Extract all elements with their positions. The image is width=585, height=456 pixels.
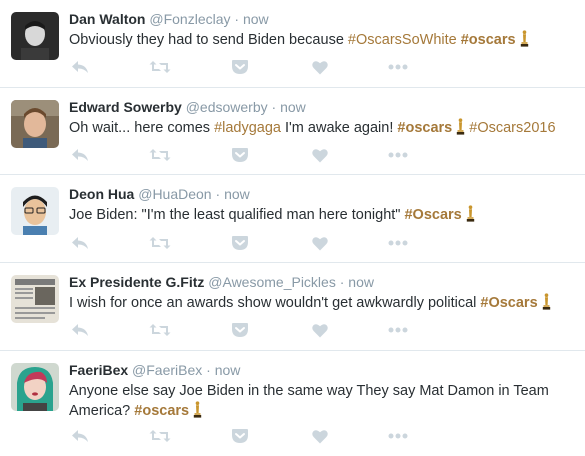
tweet-actions — [69, 233, 429, 253]
avatar[interactable] — [11, 187, 59, 235]
tweet-text: Anyone else say Joe Biden in the same wa… — [69, 381, 574, 421]
tweet-text-segment: I'm awake again! — [280, 120, 398, 136]
tweet-actions — [69, 320, 429, 340]
tweet[interactable]: Dan Walton @Fonzleclay · now Obviously t… — [0, 0, 585, 88]
tweet[interactable]: FaeriBex @FaeriBex · now Anyone else say… — [0, 351, 585, 456]
author-name[interactable]: Deon Hua — [69, 186, 134, 202]
tweet[interactable]: Deon Hua @HuaDeon · now Joe Biden: "I'm … — [0, 175, 585, 263]
author-name[interactable]: Ex Presidente G.Fitz — [69, 274, 204, 290]
avatar[interactable] — [11, 12, 59, 60]
tweet-actions — [69, 426, 429, 446]
avatar[interactable] — [11, 100, 59, 148]
heart-icon[interactable] — [309, 145, 331, 165]
hashtag-link[interactable]: #ladygaga — [214, 120, 281, 136]
tweet-text-segment: Oh wait... here comes — [69, 120, 215, 136]
tweet-header: Ex Presidente G.Fitz @Awesome_Pickles · … — [69, 273, 374, 291]
pocket-icon[interactable] — [229, 426, 251, 446]
author-name[interactable]: Dan Walton — [69, 11, 145, 27]
tweet-text: I wish for once an awards show wouldn't … — [69, 293, 574, 313]
avatar[interactable] — [11, 275, 59, 323]
separator-dot: · — [234, 11, 240, 27]
pocket-icon[interactable] — [229, 145, 251, 165]
author-handle[interactable]: @FaeriBex — [132, 362, 202, 378]
heart-icon[interactable] — [309, 320, 331, 340]
separator-dot: · — [206, 362, 211, 378]
more-icon[interactable] — [387, 233, 409, 253]
more-icon[interactable] — [387, 320, 409, 340]
reply-icon[interactable] — [69, 233, 91, 253]
retweet-icon[interactable] — [149, 320, 171, 340]
hashtag-link[interactable]: #Oscars2016 — [469, 120, 555, 136]
timestamp[interactable]: now — [243, 11, 269, 27]
reply-icon[interactable] — [69, 57, 91, 77]
tweet-actions — [69, 57, 429, 77]
timestamp[interactable]: now — [280, 99, 306, 115]
more-icon[interactable] — [387, 145, 409, 165]
retweet-icon[interactable] — [149, 426, 171, 446]
more-icon[interactable] — [387, 57, 409, 77]
tweet-header: Dan Walton @Fonzleclay · now — [69, 10, 269, 28]
author-handle[interactable]: @Awesome_Pickles — [208, 274, 336, 290]
hashtag-link[interactable]: #oscars — [397, 120, 452, 136]
tweet-header: Deon Hua @HuaDeon · now — [69, 185, 250, 203]
author-handle[interactable]: @HuaDeon — [138, 186, 211, 202]
retweet-icon[interactable] — [149, 57, 171, 77]
timestamp[interactable]: now — [215, 362, 241, 378]
oscar-statuette-icon — [520, 30, 528, 47]
tweet-text-segment: Joe Biden: "I'm the least qualified man … — [69, 207, 405, 223]
pocket-icon[interactable] — [229, 233, 251, 253]
hashtag-link[interactable]: #OscarsSoWhite — [348, 32, 457, 48]
tweet[interactable]: Edward Sowerby @edsowerby · now Oh wait.… — [0, 88, 585, 175]
pocket-icon[interactable] — [229, 320, 251, 340]
heart-icon[interactable] — [309, 426, 331, 446]
tweet-feed: Dan Walton @Fonzleclay · now Obviously t… — [0, 0, 585, 456]
reply-icon[interactable] — [69, 320, 91, 340]
oscar-statuette-icon — [466, 205, 474, 222]
author-handle[interactable]: @Fonzleclay — [149, 11, 230, 27]
separator-dot: · — [339, 274, 345, 290]
tweet-text-segment: I wish for once an awards show wouldn't … — [69, 295, 481, 311]
oscar-statuette-icon — [457, 118, 465, 135]
heart-icon[interactable] — [309, 233, 331, 253]
author-handle[interactable]: @edsowerby — [186, 99, 268, 115]
hashtag-link[interactable]: #Oscars — [404, 207, 461, 223]
separator-dot: · — [271, 99, 277, 115]
avatar[interactable] — [11, 363, 59, 411]
tweet-header: FaeriBex @FaeriBex · now — [69, 361, 240, 379]
tweet-header: Edward Sowerby @edsowerby · now — [69, 98, 306, 116]
tweet-actions — [69, 145, 429, 165]
author-name[interactable]: FaeriBex — [69, 362, 128, 378]
timestamp[interactable]: now — [348, 274, 374, 290]
retweet-icon[interactable] — [149, 145, 171, 165]
hashtag-link[interactable]: #Oscars — [480, 295, 537, 311]
reply-icon[interactable] — [69, 145, 91, 165]
tweet[interactable]: Ex Presidente G.Fitz @Awesome_Pickles · … — [0, 263, 585, 351]
retweet-icon[interactable] — [149, 233, 171, 253]
tweet-text: Joe Biden: "I'm the least qualified man … — [69, 205, 574, 225]
author-name[interactable]: Edward Sowerby — [69, 99, 182, 115]
more-icon[interactable] — [387, 426, 409, 446]
timestamp[interactable]: now — [224, 186, 250, 202]
tweet-text-segment: Obviously they had to send Biden because — [69, 32, 348, 48]
oscar-statuette-icon — [193, 401, 202, 418]
oscar-statuette-icon — [542, 293, 550, 310]
tweet-text: Obviously they had to send Biden because… — [69, 30, 574, 50]
heart-icon[interactable] — [309, 57, 331, 77]
hashtag-link[interactable]: #oscars — [134, 403, 189, 419]
reply-icon[interactable] — [69, 426, 91, 446]
separator-dot: · — [215, 186, 221, 202]
hashtag-link[interactable]: #oscars — [461, 32, 516, 48]
tweet-text: Oh wait... here comes #ladygaga I'm awak… — [69, 118, 574, 138]
pocket-icon[interactable] — [229, 57, 251, 77]
